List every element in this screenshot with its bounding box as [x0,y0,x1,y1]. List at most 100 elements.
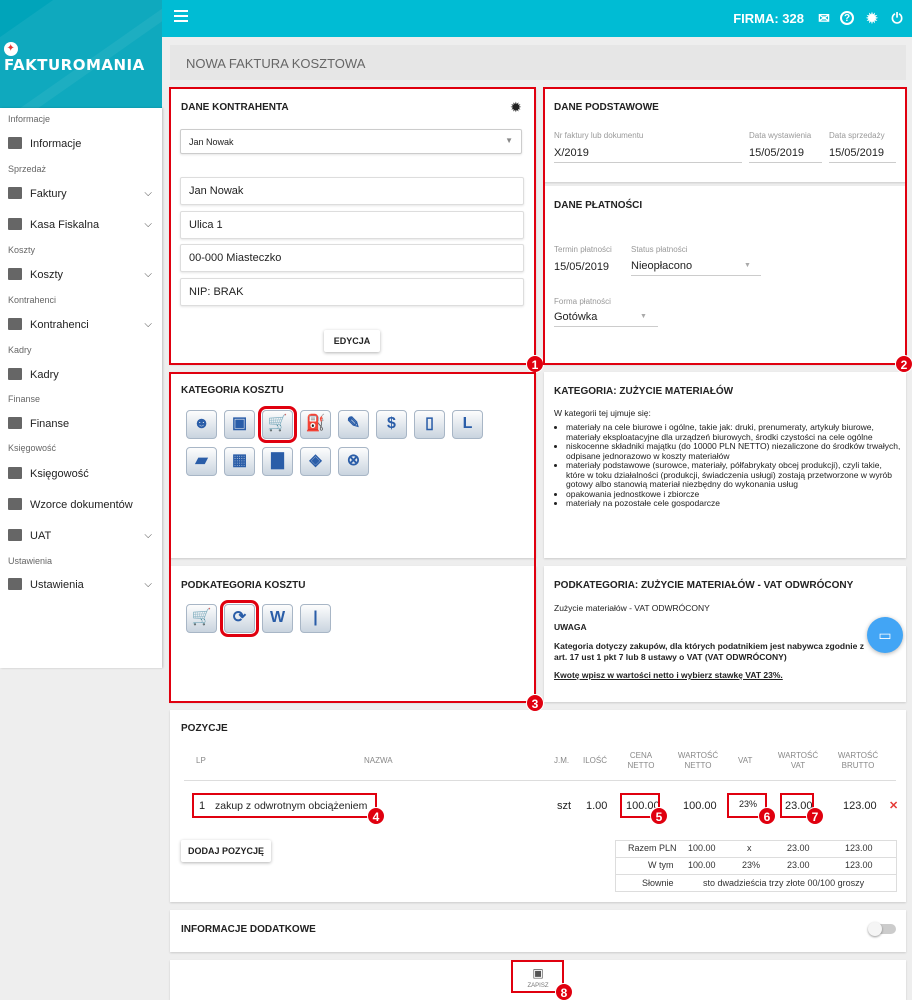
summary-wtym-netto: 100.00 [688,860,716,870]
highlight-box-1 [169,87,536,365]
sidebar: Informacje Informacje Sprzedaż Faktury ⌵ … [0,108,162,668]
row-brutto: 123.00 [843,800,877,812]
summary-wtym-wartosc-vat: 23.00 [787,860,810,870]
header-wartosc-vat: WARTOŚĆ VAT [777,751,819,770]
row-wartosc-netto: 100.00 [683,800,717,812]
person-icon [8,368,22,380]
summary-razem-netto: 100.00 [688,843,716,853]
app-logo[interactable]: ✦FAKTUROMANIA [0,38,162,74]
uwaga-label: UWAGA [554,622,587,632]
logo-text: FAKTUROMANIA [4,56,145,74]
sidebar-section-ksiegowosc: Księgowość [8,443,57,453]
badge-4: 4 [367,807,385,825]
sidebar-section-koszty: Koszty [8,245,36,255]
bar-chart-icon [8,137,22,149]
summary-razem-vat: x [747,843,752,853]
summary-wtym-vat: 23% [742,860,761,870]
summary-wtym-label: W tym [648,860,674,870]
subcategory-hint: Kwotę wpisz w wartości netto i wybierz s… [554,670,783,680]
sidebar-item-ustawienia[interactable]: Ustawienia ⌵ [8,574,158,596]
divider [184,780,896,781]
sidebar-section-informacje: Informacje [8,114,51,124]
highlight-box-3 [169,372,536,703]
sidebar-section-kadry: Kadry [8,345,32,355]
chevron-down-icon: ⌵ [144,269,152,280]
sidebar-item-koszty[interactable]: Koszty ⌵ [8,264,158,286]
power-icon[interactable]: ⏻ [889,10,905,26]
cash-register-icon [8,218,22,230]
page-title-bar: NOWA FAKTURA KOSZTOWA [170,45,906,80]
category-info-intro: W kategorii tej ujmuje się: [554,408,651,418]
sidebar-section-ustawienia: Ustawienia [8,556,53,566]
badge-1: 1 [526,355,544,373]
summary-wtym-brutto: 123.00 [845,860,873,870]
sidebar-item-ksiegowosc[interactable]: Księgowość [8,463,158,485]
delete-row-icon[interactable]: ✕ [889,799,898,812]
book-icon [8,467,22,479]
category-info-title: KATEGORIA: ZUŻYCIE MATERIAŁÓW [554,386,734,397]
sidebar-item-uat[interactable]: UAT ⌵ [8,525,158,547]
slownie-label: Słownie [642,878,674,888]
gear-icon[interactable]: ✹ [864,10,880,26]
badge-3: 3 [526,694,544,712]
sidebar-section-finanse: Finanse [8,394,41,404]
list-item: materiały podstawowe (surowce, materiały… [566,460,902,490]
contact-card-icon [8,318,22,330]
header-nazwa: NAZWA [364,756,393,765]
copy-icon [8,498,22,510]
logo-area: ✦FAKTUROMANIA [0,0,162,108]
header-ilosc: ILOŚĆ [583,756,608,765]
list-item: materiały na pozostałe cele gospodarcze [566,498,902,509]
question-circle-icon[interactable]: ? [840,11,854,25]
page-title: NOWA FAKTURA KOSZTOWA [186,56,366,71]
list-item: materiały na cele biurowe i ogólne, taki… [566,422,902,442]
highlight-box-4 [192,793,377,818]
money-icon [8,417,22,429]
sidebar-item-faktury[interactable]: Faktury ⌵ [8,183,158,205]
chevron-down-icon: ⌵ [144,530,152,541]
chevron-down-icon: ⌵ [144,319,152,330]
header-lp: LP [196,756,206,765]
sidebar-item-kadry[interactable]: Kadry [8,364,158,386]
hamburger-icon[interactable] [174,10,188,22]
grid-icon [8,529,22,541]
sidebar-item-finanse[interactable]: Finanse [8,413,158,435]
summary-razem-label: Razem PLN [628,843,677,853]
sidebar-item-kontrahenci[interactable]: Kontrahenci ⌵ [8,314,158,336]
firma-label: FIRMA: 328 [733,11,804,26]
subcategory-subtitle: Zużycie materiałów - VAT ODWRÓCONY [554,603,710,613]
row-ilosc-input[interactable]: 1.00 [586,800,607,812]
summary-razem-brutto: 123.00 [845,843,873,853]
badge-2: 2 [895,355,912,373]
additional-info-title: INFORMACJE DODATKOWE [181,924,316,935]
badge-5: 5 [650,807,668,825]
chevron-down-icon: ⌵ [144,188,152,199]
category-info-list: materiały na cele biurowe i ogólne, taki… [552,422,902,509]
sidebar-item-kasa-fiskalna[interactable]: Kasa Fiskalna ⌵ [8,214,158,236]
row-jm[interactable]: szt [557,800,571,812]
highlight-box-2 [543,87,907,365]
chevron-down-icon: ⌵ [144,219,152,230]
header-vat: VAT [738,756,753,765]
slownie-value: sto dwadzieścia trzy złote 00/100 groszy [703,878,865,888]
sidebar-item-wzorce[interactable]: Wzorce dokumentów [8,494,158,516]
envelope-icon[interactable]: ✉ [816,10,832,26]
add-position-button[interactable]: DODAJ POZYCJĘ [181,840,271,862]
header-cena-netto: CENA NETTO [627,751,655,770]
header-wartosc-netto: WARTOŚĆ NETTO [677,751,719,770]
list-item: niskocenne składniki majątku (do 10000 P… [566,441,902,461]
chevron-down-icon: ⌵ [144,579,152,590]
sidebar-section-kontrahenci: Kontrahenci [8,295,57,305]
logo-icon: ✦ [4,42,18,56]
badge-6: 6 [758,807,776,825]
sidebar-item-informacje[interactable]: Informacje [8,133,158,155]
cart-icon [8,268,22,280]
subcategory-note: Kategoria dotyczy zakupów, dla których p… [554,641,865,662]
chat-icon[interactable]: ▭ [867,617,903,653]
header-wartosc-brutto: WARTOŚĆ BRUTTO [837,751,879,770]
badge-7: 7 [806,807,824,825]
header-jm: J.M. [554,756,570,765]
additional-info-toggle[interactable] [868,922,896,936]
subcategory-info-title: PODKATEGORIA: ZUŻYCIE MATERIAŁÓW - VAT O… [554,580,854,591]
sidebar-section-sprzedaz: Sprzedaż [8,164,47,174]
